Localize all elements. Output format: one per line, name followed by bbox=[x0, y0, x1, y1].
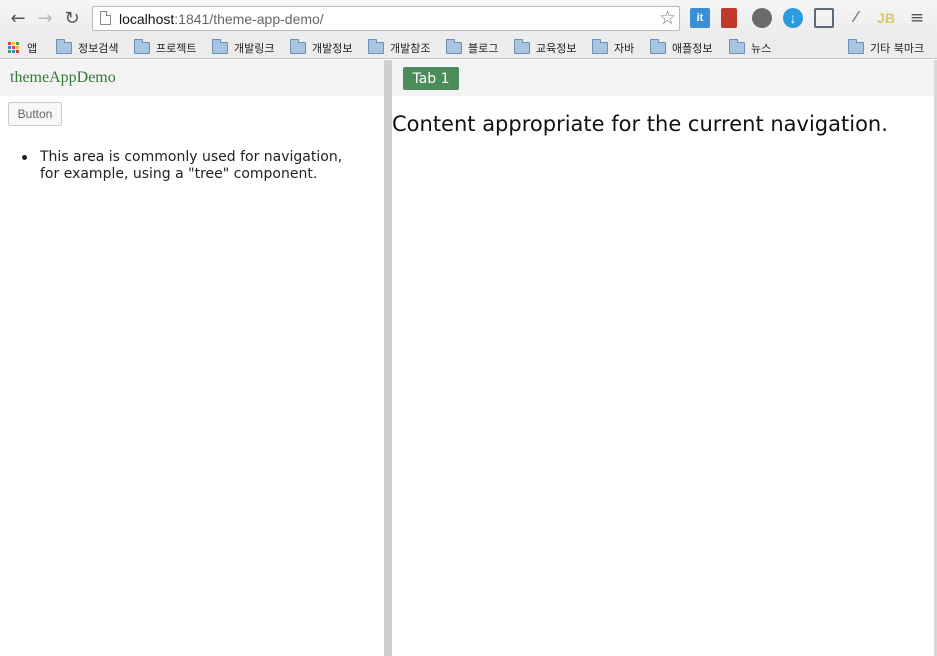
reload-icon[interactable]: ↻ bbox=[62, 8, 82, 29]
folder-icon bbox=[592, 38, 608, 54]
app-title: themeAppDemo bbox=[10, 69, 116, 86]
other-bookmarks-folder[interactable]: 기타 북마크 bbox=[848, 38, 925, 56]
tab-bar: Tab 1 bbox=[392, 60, 934, 96]
bookmark-label: 뉴스 bbox=[751, 41, 772, 55]
it-extension-icon[interactable]: it bbox=[690, 8, 710, 28]
address-bar[interactable]: localhost:1841/theme-app-demo/ ☆ bbox=[92, 6, 680, 31]
bookmark-folder[interactable]: 자바 bbox=[592, 38, 635, 56]
content-text: Content appropriate for the current navi… bbox=[392, 112, 888, 136]
app-header: themeAppDemo bbox=[0, 60, 384, 96]
folder-icon bbox=[368, 38, 384, 54]
bookmarks-bar: 앱 정보검색 프로젝트 개발링크 개발정보 개발참조 블로그 교육정보 자바 애… bbox=[0, 36, 937, 59]
folder-icon bbox=[446, 38, 462, 54]
apps-grid-icon bbox=[8, 42, 19, 53]
bookmark-apps[interactable]: 앱 bbox=[8, 39, 37, 56]
url-path: :1841/theme-app-demo/ bbox=[174, 11, 324, 27]
panel-splitter[interactable] bbox=[384, 60, 392, 656]
page-icon bbox=[100, 11, 111, 25]
url-text[interactable]: localhost:1841/theme-app-demo/ bbox=[119, 11, 324, 27]
tab-1[interactable]: Tab 1 bbox=[403, 67, 459, 90]
bookmark-label: 자바 bbox=[614, 41, 635, 55]
navigation-panel: themeAppDemo Button This area is commonl… bbox=[0, 60, 384, 656]
download-extension-icon[interactable]: ↓ bbox=[783, 8, 803, 28]
bookmark-star-icon[interactable]: ☆ bbox=[659, 7, 676, 29]
folder-icon bbox=[212, 38, 228, 54]
demo-button[interactable]: Button bbox=[8, 102, 62, 126]
folder-icon bbox=[290, 38, 306, 54]
bookmark-folder[interactable]: 개발정보 bbox=[290, 38, 353, 56]
bookmark-folder[interactable]: 개발참조 bbox=[368, 38, 431, 56]
bookmark-folder[interactable]: 애플정보 bbox=[650, 38, 713, 56]
back-arrow-icon[interactable]: ← bbox=[8, 8, 28, 29]
folder-icon bbox=[650, 38, 666, 54]
bookmark-label: 개발정보 bbox=[312, 41, 353, 55]
bookmark-folder[interactable]: 뉴스 bbox=[729, 38, 772, 56]
list-item: This area is commonly used for navigatio… bbox=[22, 149, 362, 183]
bookmark-label: 개발링크 bbox=[234, 41, 275, 55]
bookmark-label: 블로그 bbox=[468, 41, 499, 55]
forward-arrow-icon[interactable]: → bbox=[35, 8, 55, 29]
evernote-extension-icon[interactable] bbox=[752, 8, 772, 28]
bookmark-folder[interactable]: 개발링크 bbox=[212, 38, 275, 56]
bookmark-folder[interactable]: 교육정보 bbox=[514, 38, 577, 56]
browser-toolbar: ← → ↻ localhost:1841/theme-app-demo/ ☆ i… bbox=[0, 0, 937, 36]
url-host: localhost bbox=[119, 11, 175, 27]
bookmark-folder[interactable]: 프로젝트 bbox=[134, 38, 197, 56]
navigation-list: This area is commonly used for navigatio… bbox=[22, 149, 362, 183]
bookmark-label: 앱 bbox=[27, 41, 38, 55]
folder-icon bbox=[729, 38, 745, 54]
bookmark-label: 프로젝트 bbox=[156, 41, 197, 55]
eyedropper-extension-icon[interactable]: ∕ bbox=[846, 8, 866, 28]
folder-icon bbox=[134, 38, 150, 54]
menu-icon[interactable]: ≡ bbox=[907, 8, 927, 28]
bookmark-label: 정보검색 bbox=[78, 41, 119, 55]
bookmark-folder[interactable]: 정보검색 bbox=[56, 38, 119, 56]
bookmark-extension-icon[interactable] bbox=[721, 8, 737, 28]
folder-icon bbox=[848, 38, 864, 54]
bookmark-label: 개발참조 bbox=[390, 41, 431, 55]
bookmark-label: 교육정보 bbox=[536, 41, 577, 55]
jb-extension-icon[interactable]: JB bbox=[876, 8, 896, 28]
folder-icon bbox=[56, 38, 72, 54]
folder-icon bbox=[514, 38, 530, 54]
bookmark-label: 기타 북마크 bbox=[870, 41, 925, 55]
bookmark-folder[interactable]: 블로그 bbox=[446, 38, 499, 56]
screenshot-extension-icon[interactable] bbox=[814, 8, 834, 28]
bookmark-label: 애플정보 bbox=[672, 41, 713, 55]
content-panel: Tab 1 Content appropriate for the curren… bbox=[392, 60, 934, 656]
